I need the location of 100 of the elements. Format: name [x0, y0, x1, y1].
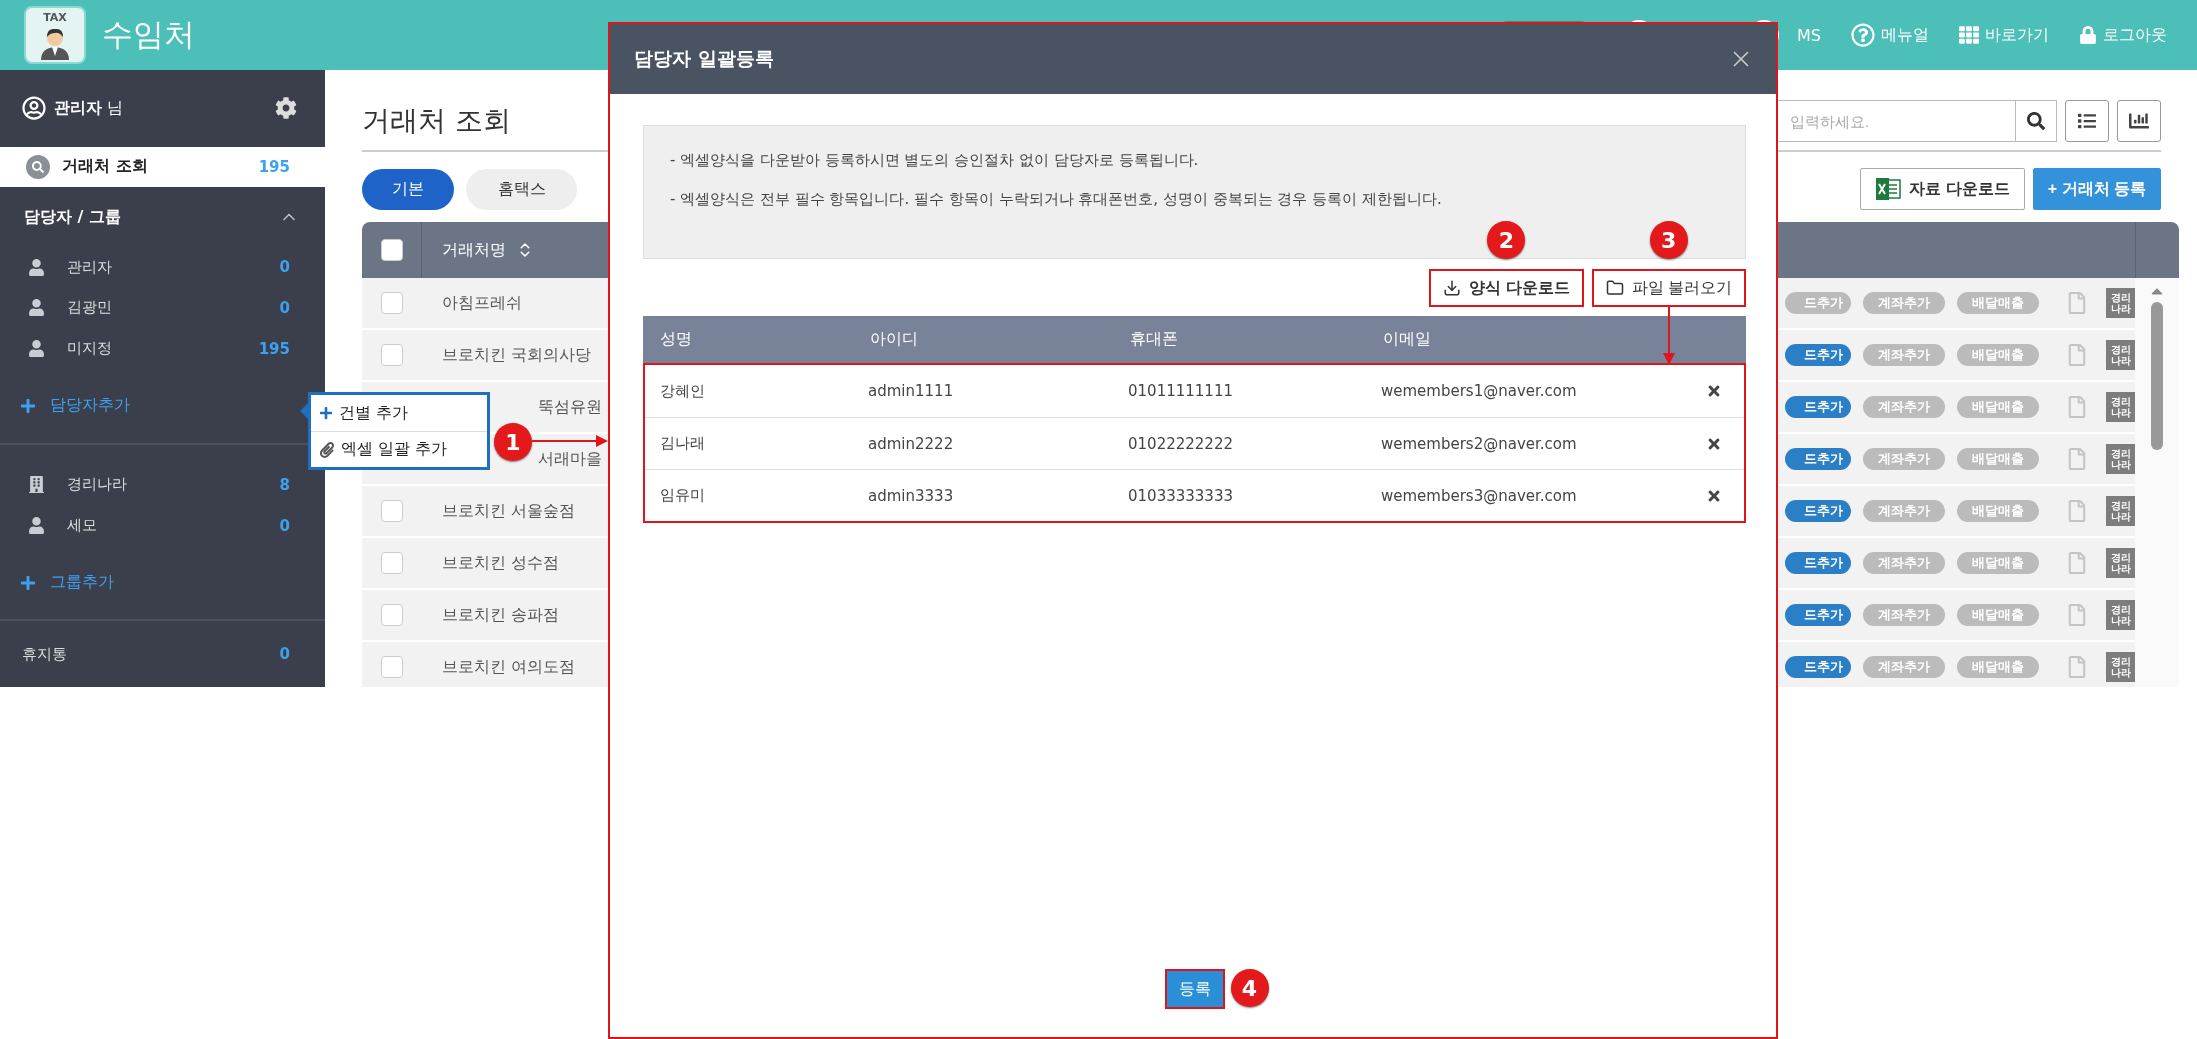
document-icon[interactable]	[2066, 448, 2088, 470]
select-all-checkbox[interactable]	[380, 239, 403, 261]
add-client-button[interactable]: + 거래처 등록	[2032, 168, 2161, 210]
person-icon	[28, 517, 45, 535]
sidebar-item[interactable]: 관리자 0	[0, 246, 325, 288]
app-logo[interactable]: TAX	[24, 6, 86, 64]
modal-title: 담당자 일괄등록	[634, 46, 774, 71]
erp-logo[interactable]: 경리나라	[2106, 392, 2136, 422]
page-title: 거래처 조회	[362, 103, 511, 139]
document-icon[interactable]	[2066, 500, 2088, 522]
folder-icon	[1605, 279, 1624, 297]
card-badge[interactable]: 드추가	[1785, 656, 1851, 678]
search-icon	[26, 154, 50, 179]
table-cell-text: 김나래	[659, 434, 706, 453]
callout-badge: 4	[1230, 969, 1269, 1007]
erp-logo[interactable]: 경리나라	[2106, 548, 2136, 578]
scrollbar[interactable]	[2135, 278, 2179, 687]
table-cell: 브로치킨 국회의사당	[442, 344, 592, 366]
plus-icon	[319, 406, 333, 420]
row-checkbox[interactable]	[381, 604, 403, 626]
row-checkbox[interactable]	[381, 292, 403, 314]
erp-logo[interactable]: 경리나라	[2106, 288, 2136, 318]
search-field[interactable]: 입력하세요.	[1777, 100, 2015, 142]
list-view-button[interactable]	[2065, 100, 2109, 142]
sidebar-item[interactable]: 미지정 195	[0, 328, 325, 370]
erp-logo[interactable]: 경리나라	[2106, 340, 2136, 370]
template-download-button[interactable]: 양식 다운로드	[1429, 269, 1584, 307]
table-cell-text: 01033333333	[1127, 486, 1234, 505]
card-badge[interactable]: 드추가	[1785, 552, 1851, 574]
column-header: 휴대폰	[1129, 329, 1179, 350]
plus-icon	[20, 574, 36, 591]
search-button[interactable]	[2015, 100, 2057, 142]
row-checkbox[interactable]	[381, 552, 403, 574]
table-cell: 뚝섬유원	[538, 396, 602, 418]
sidebar-item[interactable]: 휴지통 0	[0, 621, 325, 687]
register-button[interactable]: 등록	[1164, 969, 1225, 1009]
row-checkbox[interactable]	[381, 656, 403, 678]
menu-item[interactable]: 엑셀 일괄 추가	[311, 431, 487, 467]
erp-logo[interactable]: 경리나라	[2106, 652, 2136, 682]
column-header[interactable]: 거래처명	[442, 239, 506, 261]
settings-icon[interactable]	[275, 97, 297, 120]
file-load-button[interactable]: 파일 불러오기	[1591, 269, 1746, 307]
download-button[interactable]: 자료 다운로드	[1860, 168, 2025, 210]
user-name: 관리자 님	[54, 97, 124, 119]
document-icon[interactable]	[2066, 552, 2088, 574]
column-header: 성명	[659, 329, 693, 350]
document-icon[interactable]	[2066, 604, 2088, 626]
table-cell-text: admin3333	[867, 486, 955, 505]
tab[interactable]: 기본	[362, 168, 454, 210]
table-cell-text: wemembers3@naver.com	[1380, 486, 1578, 505]
chart-view-button[interactable]	[2117, 100, 2161, 142]
card-badge[interactable]: 드추가	[1785, 344, 1851, 366]
header-link[interactable]: MS	[1797, 25, 1821, 45]
header-link[interactable]: 로그아웃	[2079, 24, 2167, 46]
user-icon	[22, 96, 46, 121]
table-cell-text: admin2222	[867, 434, 955, 453]
person-icon	[28, 258, 45, 276]
paperclip-icon	[319, 441, 335, 458]
column-header: 이메일	[1382, 329, 1432, 350]
table-cell: 브로치킨 여의도점	[442, 656, 576, 678]
table-cell-text: 강혜인	[659, 381, 706, 401]
document-icon[interactable]	[2066, 396, 2088, 418]
info-text: - 엑셀양식을 다운받아 등록하시면 별도의 승인절차 없이 담당자로 등록됩니다.	[670, 151, 1200, 170]
table-cell: 브로치킨 성수점	[442, 552, 560, 574]
row-checkbox[interactable]	[381, 500, 403, 522]
sidebar-item[interactable]: 경리나라 8	[0, 464, 325, 506]
scroll-thumb[interactable]	[2151, 302, 2163, 450]
erp-logo[interactable]: 경리나라	[2106, 444, 2136, 474]
document-icon[interactable]	[2066, 292, 2088, 314]
header-link[interactable]: 메뉴얼	[1851, 23, 1929, 47]
spreadsheet-icon	[1875, 177, 1902, 201]
row-checkbox[interactable]	[381, 344, 403, 366]
card-badge[interactable]: 드추가	[1785, 448, 1851, 470]
erp-logo[interactable]: 경리나라	[2106, 496, 2136, 526]
table-cell: 브로치킨 서울숲점	[442, 500, 576, 522]
sidebar-item[interactable]: 거래처 조회 195	[0, 146, 325, 188]
table-cell-text: admin1111	[867, 382, 955, 400]
card-badge[interactable]: 드추가	[1785, 604, 1851, 626]
app-title: 수임처	[102, 15, 195, 54]
card-badge[interactable]: 드추가	[1785, 396, 1851, 418]
section-title: 담당자 / 그룹	[24, 206, 121, 228]
sidebar-item[interactable]: 김광민 0	[0, 287, 325, 329]
document-icon[interactable]	[2066, 656, 2088, 678]
info-text: - 엑셀양식은 전부 필수 항목입니다. 필수 항목이 누락되거나 휴대폰번호, 성명이 중복되는 경우 등록이 제한됩니다.	[670, 190, 1443, 209]
table-cell-text: 01022222222	[1127, 434, 1234, 453]
sidebar-item[interactable]: 세모 0	[0, 505, 325, 546]
help-icon	[1851, 23, 1875, 47]
document-icon[interactable]	[2066, 344, 2088, 366]
table-cell-text: wemembers2@naver.com	[1380, 434, 1578, 453]
add-group-link[interactable]: 그룹추가	[0, 545, 325, 620]
delete-button[interactable]	[1706, 383, 1722, 399]
bar-chart-icon	[2129, 111, 2149, 131]
table-cell: 서래마을	[538, 448, 602, 470]
header-link[interactable]: 바로가기	[1959, 24, 2049, 46]
erp-logo[interactable]: 경리나라	[2106, 600, 2136, 630]
person-icon	[28, 340, 45, 358]
logo-text: TAX	[43, 11, 67, 24]
tab[interactable]: 홈택스	[466, 168, 577, 210]
table-cell: 브로치킨 송파점	[442, 604, 560, 626]
card-badge[interactable]: 드추가	[1785, 500, 1851, 522]
